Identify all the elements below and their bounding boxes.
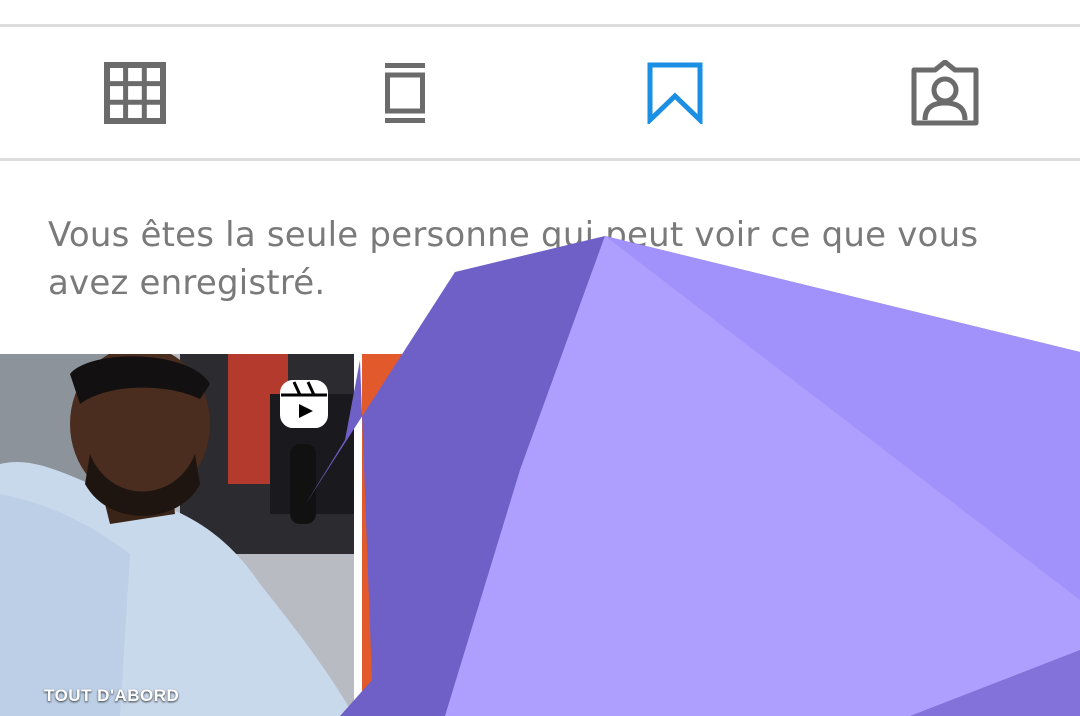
tab-grid[interactable] <box>0 27 270 158</box>
tab-saved[interactable] <box>540 27 810 158</box>
grid-icon <box>104 61 166 124</box>
tab-tagged[interactable] <box>810 27 1080 158</box>
reel-icon <box>280 380 328 428</box>
saved-post-thumbnail[interactable] <box>362 354 1080 716</box>
guide-icon <box>385 62 425 123</box>
profile-tab-bar <box>0 27 1080 158</box>
saved-privacy-notice: Vous êtes la seule personne qui peut voi… <box>48 215 979 303</box>
thumbnail-caption: TOUT D'ABORD <box>44 686 180 705</box>
thumbnail-image <box>362 354 1080 716</box>
saved-post-thumbnail[interactable]: TOUT D'ABORD <box>0 354 354 716</box>
bookmark-icon <box>647 62 703 124</box>
tab-bar-divider <box>0 158 1080 161</box>
tagged-person-icon <box>911 59 979 125</box>
tab-guides[interactable] <box>270 27 540 158</box>
